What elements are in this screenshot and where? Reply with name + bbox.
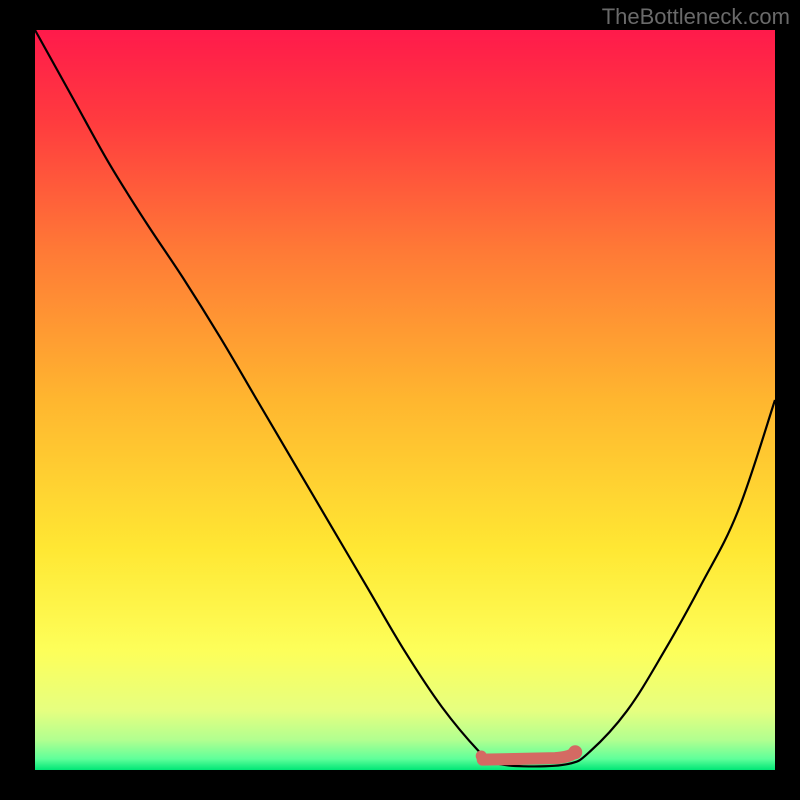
plot-background (35, 30, 775, 770)
bottleneck-chart (0, 0, 800, 800)
watermark-text: TheBottleneck.com (602, 4, 790, 30)
chart-container: TheBottleneck.com (0, 0, 800, 800)
